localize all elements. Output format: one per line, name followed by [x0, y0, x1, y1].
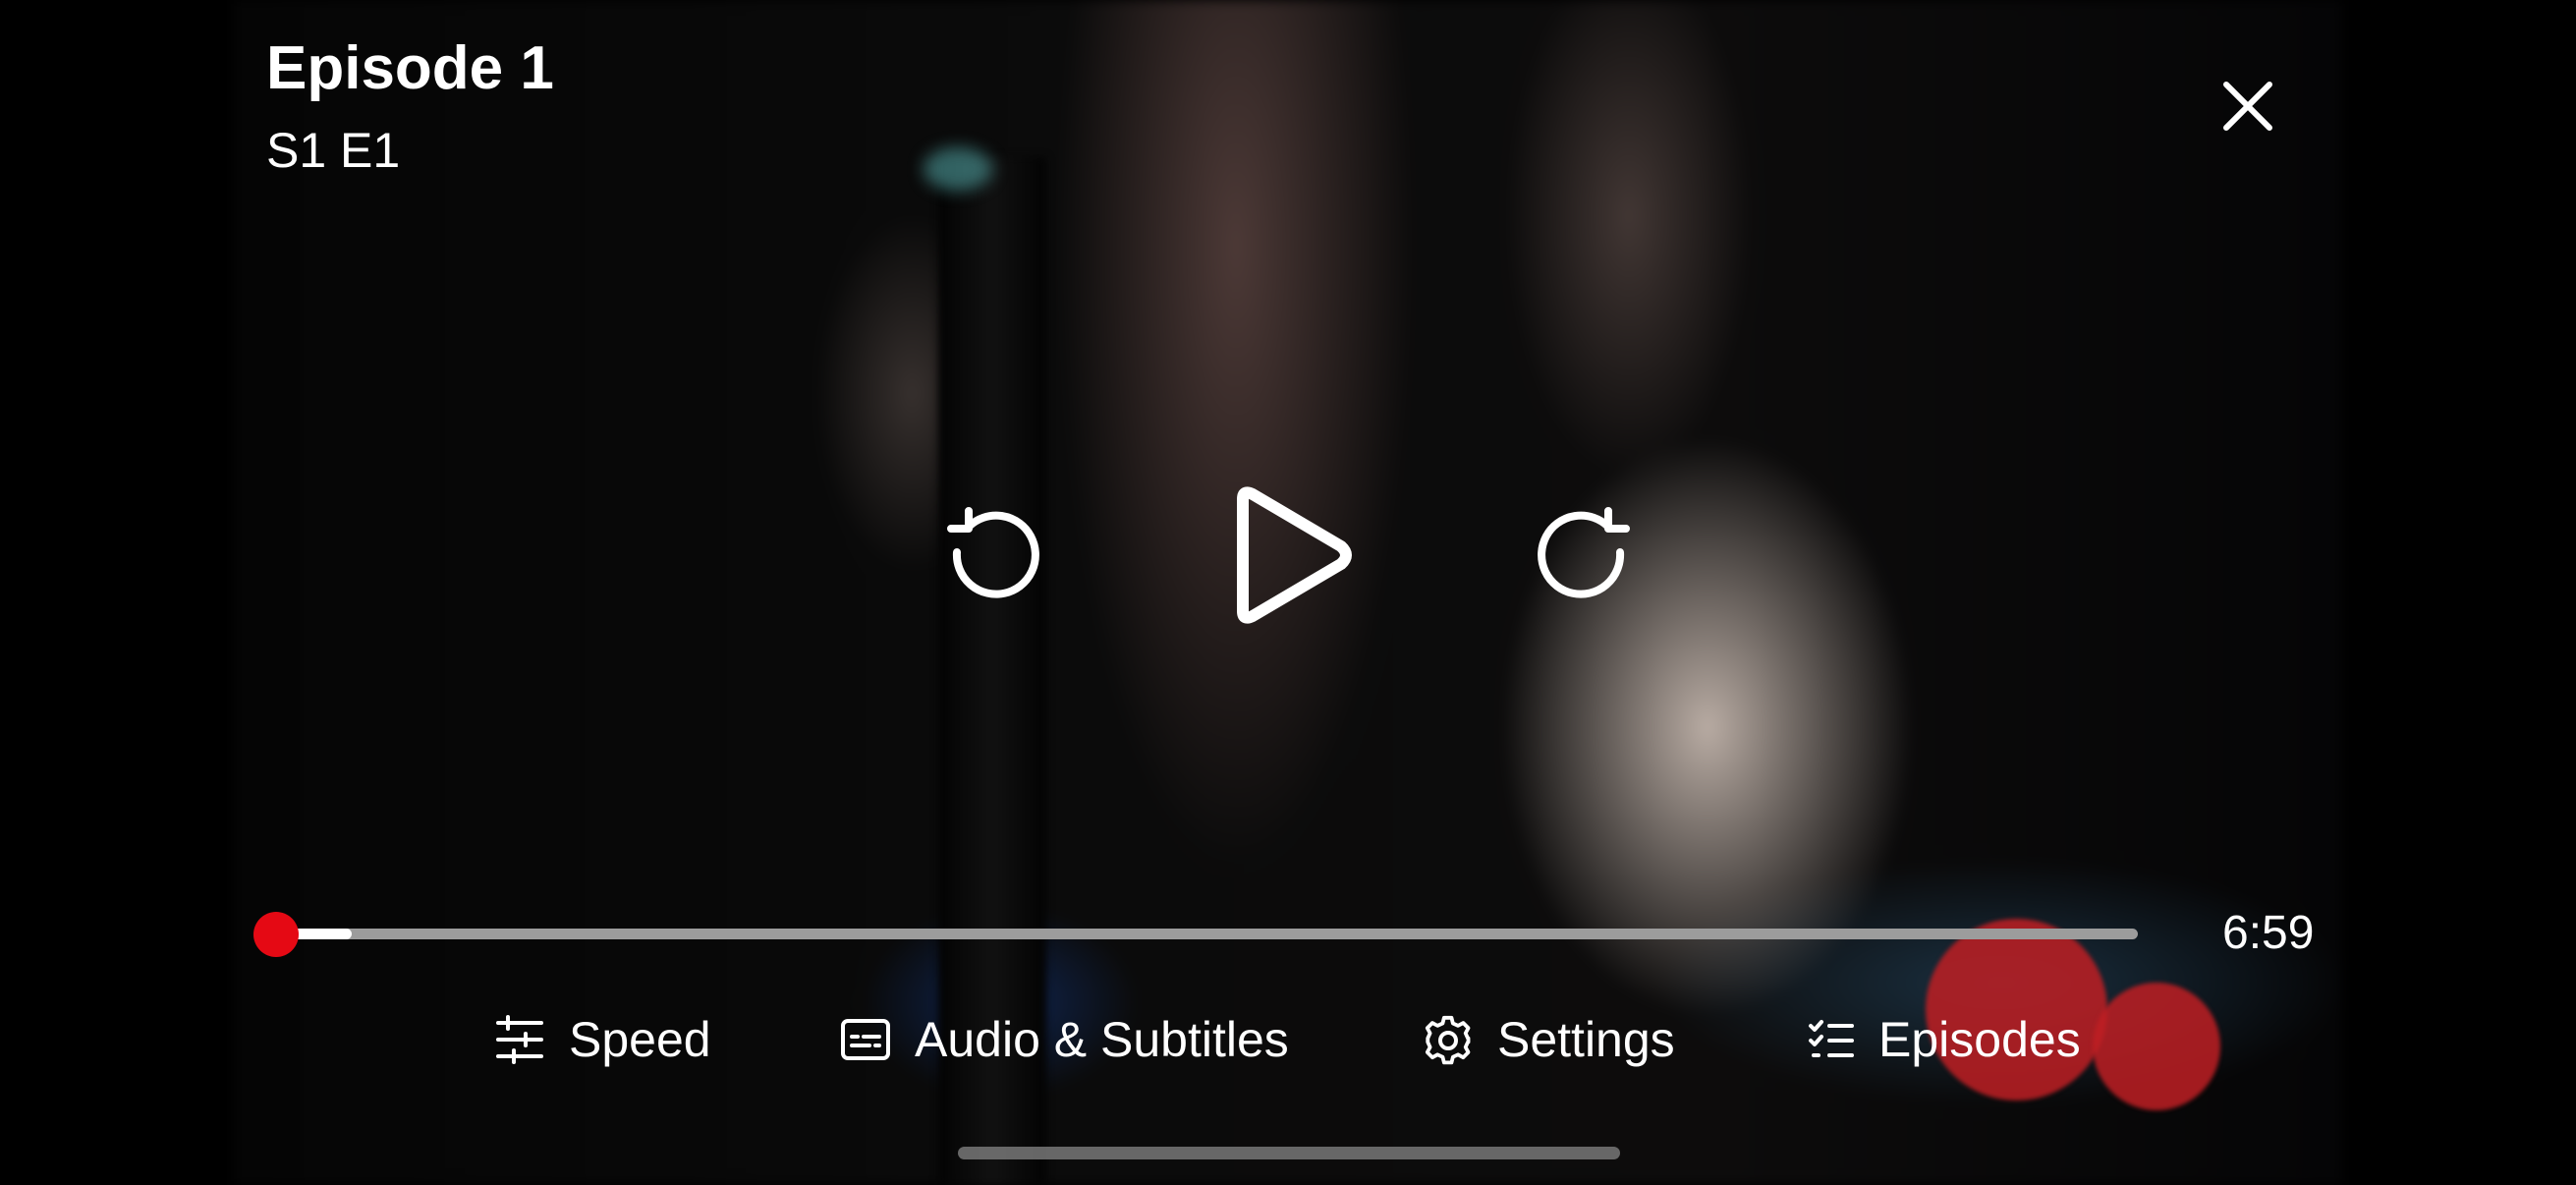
- scrubber-handle[interactable]: [253, 912, 300, 957]
- rewind-button[interactable]: [928, 496, 1051, 619]
- episodes-button[interactable]: Episodes: [1808, 1010, 2081, 1069]
- progress-track: [257, 929, 2138, 939]
- rewind-icon: [946, 506, 1039, 598]
- close-button[interactable]: [2211, 69, 2285, 143]
- speed-button[interactable]: Speed: [494, 1010, 711, 1069]
- play-button[interactable]: [1218, 477, 1366, 634]
- settings-label: Settings: [1497, 1012, 1675, 1067]
- audio-subtitles-button[interactable]: Audio & Subtitles: [840, 1010, 1289, 1069]
- episodes-label: Episodes: [1878, 1012, 2081, 1067]
- play-icon: [1237, 486, 1352, 624]
- video-player[interactable]: Episode 1 S1 E1 6:59 Speed Audio & Subti…: [0, 0, 2576, 1185]
- episode-title: Episode 1: [266, 34, 554, 102]
- video-content-highlight: [924, 147, 992, 191]
- subtitles-icon: [841, 1019, 890, 1060]
- remaining-time: 6:59: [2222, 907, 2315, 959]
- forward-button[interactable]: [1525, 496, 1648, 619]
- episode-number: S1 E1: [266, 123, 401, 178]
- speed-sliders-icon: [496, 1015, 543, 1064]
- progress-bar[interactable]: [253, 912, 2138, 957]
- forward-icon: [1537, 506, 1630, 598]
- close-icon: [2223, 82, 2272, 131]
- gear-icon: [1425, 1015, 1471, 1065]
- audio-subtitles-label: Audio & Subtitles: [915, 1012, 1289, 1067]
- episodes-list-icon: [1809, 1020, 1854, 1057]
- channel-watermark-logo-secondary: [2093, 983, 2220, 1110]
- home-indicator[interactable]: [958, 1147, 1620, 1159]
- settings-button[interactable]: Settings: [1423, 1010, 1675, 1069]
- speed-label: Speed: [569, 1012, 711, 1067]
